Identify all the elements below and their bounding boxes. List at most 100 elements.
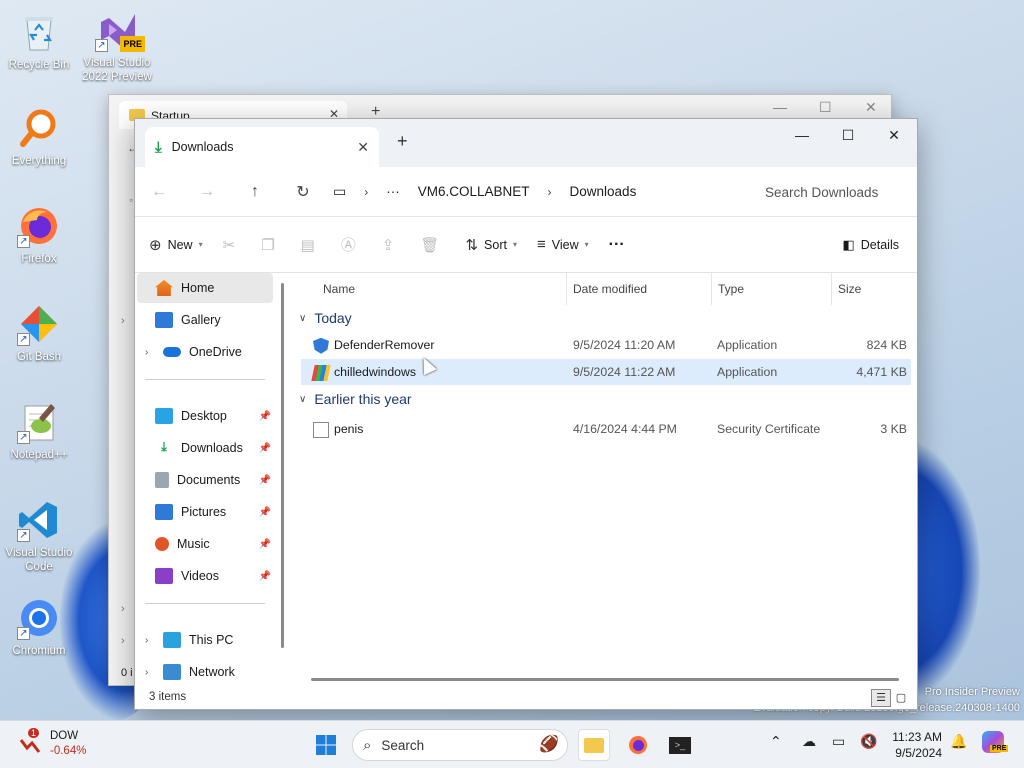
minimize-icon[interactable]: — [773,99,787,115]
share-icon: ⇪ [381,236,395,254]
clock-time: 11:23 AM [892,730,942,744]
desktop-icon-label: Notepad++ [10,449,68,461]
nav-item-home[interactable]: Home [137,273,273,303]
maximize-icon[interactable]: ☐ [819,99,832,116]
file-row[interactable]: penis 4/16/2024 4:44 PM Security Certifi… [301,416,911,442]
delete-button[interactable]: 🗑 [420,236,445,254]
breadcrumb-item[interactable]: VM6.COLLABNET [418,184,530,199]
rename-button[interactable]: Ⓐ [341,234,362,255]
chevron-right-icon[interactable]: › [145,635,159,646]
breadcrumb[interactable]: ▭ › ··· VM6.COLLABNET › Downloads [333,175,654,209]
nav-item-documents[interactable]: Documents 📌 [137,465,273,495]
close-tab-icon[interactable]: ✕ [357,139,369,156]
nav-item-network[interactable]: › Network [137,657,273,687]
desktop-icon-vscode[interactable]: ↗ Visual Studio Code [0,498,78,574]
cut-button[interactable]: ✂ [223,236,242,254]
nav-item-this-pc[interactable]: › This PC [137,625,273,655]
desktop-icon-chromium[interactable]: ↗ Chromium [0,596,78,658]
chevron-down-icon: ∨ [299,312,307,324]
copilot-icon[interactable]: PRE [982,731,1009,756]
group-header[interactable]: ∨ Today [289,305,915,331]
nav-item-gallery[interactable]: Gallery [137,305,273,335]
speaker-muted-icon[interactable]: 🔇 [860,733,877,750]
monitor-icon[interactable]: ▭ [333,183,346,200]
forward-button[interactable]: → [183,183,231,201]
chevron-right-icon: › [121,603,125,615]
column-header-type[interactable]: Type [712,273,832,305]
download-icon: ⤓ [155,138,162,156]
desktop-icon-notepad-plus-plus[interactable]: ↗ Notepad++ [0,400,78,462]
back-button[interactable]: ← [135,183,183,201]
view-button[interactable]: ≡ View ▾ [537,236,589,253]
nav-item-desktop[interactable]: Desktop 📌 [137,401,273,431]
details-button[interactable]: ◧ Details [842,237,899,253]
file-row-selected[interactable]: chilledwindows 9/5/2024 11:22 AM Applica… [301,359,911,385]
nav-item-downloads[interactable]: ⤓ Downloads 📌 [137,433,273,463]
desktop-icon-visual-studio-preview[interactable]: PRE ↗ Visual Studio 2022 Preview [78,8,156,84]
copy-button[interactable]: ❐ [261,236,280,254]
tiles-view-toggle-icon[interactable]: ▢ [891,689,911,707]
start-button[interactable] [310,729,342,761]
explorer-window[interactable]: ⤓ Downloads ✕ + — ☐ ✕ ← → ↑ ↻ ▭ › ··· VM… [134,118,918,710]
desktop-icon-git-bash[interactable]: ↗ Git Bash [0,302,78,364]
more-options-button[interactable]: ··· [609,236,625,254]
certificate-icon [313,421,329,438]
trash-icon: 🗑 [420,236,440,254]
maximize-button[interactable]: ☐ [825,119,871,151]
tab-title: Downloads [171,140,234,154]
desktop-icon-everything[interactable]: Everything [0,106,78,168]
taskbar-file-explorer[interactable] [578,729,610,761]
chevron-right-icon[interactable]: › [548,185,552,199]
chevron-right-icon[interactable]: › [364,185,368,199]
column-header-row: Name Date modified Type Size [289,273,915,305]
up-button[interactable]: ↑ [231,183,279,201]
search-input[interactable]: Search Downloads [747,175,917,209]
cloud-icon [163,347,181,357]
nav-item-music[interactable]: Music 📌 [137,529,273,559]
network-off-icon[interactable]: ☁ [802,733,816,750]
tab-downloads[interactable]: ⤓ Downloads ✕ [145,127,379,167]
taskbar-terminal[interactable]: >_ [664,729,696,761]
share-button[interactable]: ⇪ [382,236,401,254]
column-header-size[interactable]: Size [832,273,912,305]
nav-item-videos[interactable]: Videos 📌 [137,561,273,591]
nav-item-pictures[interactable]: Pictures 📌 [137,497,273,527]
desktop-icon-firefox[interactable]: ↗ Firefox [0,204,78,266]
status-bar: 3 items ☰ ▢ [135,687,917,709]
chromium-icon: ↗ [17,596,61,640]
stock-widget[interactable]: 1 DOW -0.64% [18,728,86,759]
paste-button[interactable]: ▤ [301,236,321,254]
overflow-crumbs-icon[interactable]: ··· [386,184,400,199]
column-header-date[interactable]: Date modified [567,273,712,305]
breadcrumb-item[interactable]: Downloads [570,184,637,199]
bell-icon[interactable]: 🔔 [950,733,967,750]
desktop-icon-recycle-bin[interactable]: Recycle Bin [0,10,78,72]
file-row[interactable]: DefenderRemover 9/5/2024 11:20 AM Applic… [301,332,911,358]
chevron-down-icon: ∨ [299,393,307,405]
taskbar-firefox[interactable] [622,729,654,761]
close-button[interactable]: ✕ [871,119,917,151]
network-icon [163,664,181,680]
title-bar[interactable]: ⤓ Downloads ✕ + — ☐ ✕ [135,119,917,167]
refresh-button[interactable]: ↻ [279,182,327,202]
new-tab-icon[interactable]: + [397,131,408,152]
clock[interactable]: 11:23 AM 9/5/2024 [886,729,942,761]
taskbar-search[interactable]: ⌕ Search 🏈 [352,729,568,761]
nav-item-onedrive[interactable]: › OneDrive [137,337,273,367]
new-button[interactable]: ⊕ New ▾ [149,236,203,254]
group-header[interactable]: ∨ Earlier this year [289,386,915,412]
chevron-up-icon[interactable]: ⌃ [770,733,782,750]
vscode-icon: ↗ [17,498,61,542]
column-header-name[interactable]: Name [317,273,567,305]
chevron-right-icon[interactable]: › [145,347,159,358]
video-icon [155,568,173,584]
details-pane-icon: ◧ [842,237,855,252]
chevron-right-icon[interactable]: › [145,667,159,678]
close-icon[interactable]: ✕ [865,99,877,116]
details-view-toggle-icon[interactable]: ☰ [871,689,891,707]
sort-button[interactable]: ⇅ Sort ▾ [465,236,517,254]
nav-scrollbar[interactable] [281,283,284,648]
minimize-button[interactable]: — [779,119,825,151]
horizontal-scrollbar[interactable] [311,678,899,681]
monitor-icon[interactable]: ▭ [832,733,845,750]
